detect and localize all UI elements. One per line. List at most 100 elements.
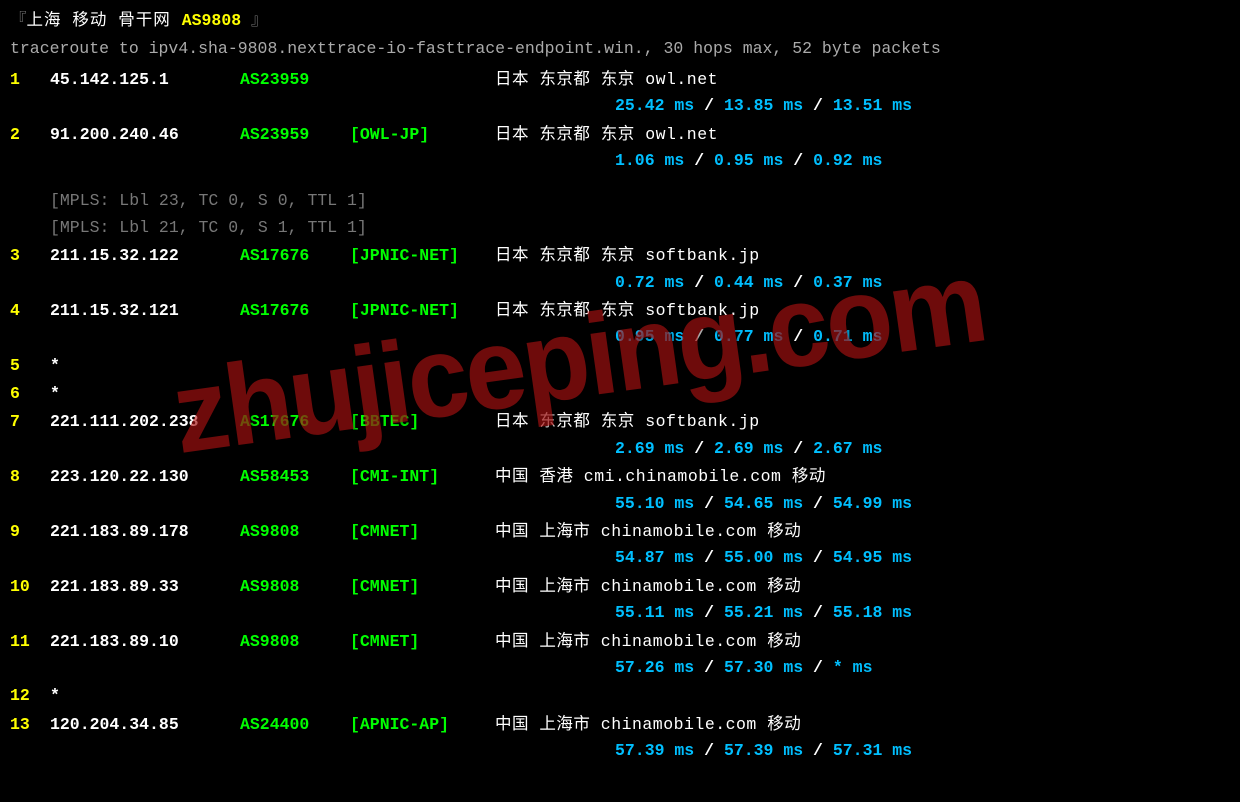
hop-ip: 221.183.89.10 [50,629,240,655]
traceroute-command: traceroute to ipv4.sha-9808.nexttrace-io… [10,36,1230,62]
rtt-separator: / [803,548,833,567]
rtt-value: 0.44 ms [714,273,783,292]
hop-timing: 57.39 ms / 57.39 ms / 57.31 ms [10,738,1230,764]
mpls-line: [MPLS: Lbl 23, TC 0, S 0, TTL 1] [10,188,1230,214]
title-asn: AS9808 [182,11,241,30]
hop-entry: 10221.183.89.33AS9808[CMNET]中国 上海市 china… [10,574,1230,627]
hop-netname: [JPNIC-NET] [350,243,495,269]
hop-row: 10221.183.89.33AS9808[CMNET]中国 上海市 china… [10,574,1230,600]
hop-netname: [JPNIC-NET] [350,298,495,324]
hop-netname: [CMNET] [350,574,495,600]
hop-netname: [BBTEC] [350,409,495,435]
hop-number: 2 [10,122,50,148]
rtt-value: 25.42 ms [615,96,694,115]
title-location: 上海 移动 骨干网 [27,11,182,30]
rtt-value: 13.85 ms [724,96,803,115]
hop-row: 11221.183.89.10AS9808[CMNET]中国 上海市 china… [10,629,1230,655]
rtt-value: 55.11 ms [615,603,694,622]
hop-number: 11 [10,629,50,655]
hop-geo: 日本 东京都 东京 softbank.jp [495,409,760,435]
hop-geo: 日本 东京都 东京 owl.net [495,122,718,148]
hop-asn: AS9808 [240,574,350,600]
hop-geo: 中国 上海市 chinamobile.com 移动 [495,574,801,600]
rtt-separator: / [694,548,724,567]
rtt-value: 0.95 ms [615,327,684,346]
rtt-value: 1.06 ms [615,151,684,170]
rtt-separator: / [684,273,714,292]
hop-row: 4211.15.32.121AS17676[JPNIC-NET]日本 东京都 东… [10,298,1230,324]
rtt-separator: / [694,96,724,115]
rtt-value: 2.69 ms [714,439,783,458]
hop-ip: * [50,683,240,709]
rtt-value: 0.71 ms [813,327,882,346]
hop-timing: 54.87 ms / 55.00 ms / 54.95 ms [10,545,1230,571]
bracket-open: 『 [10,11,27,30]
hop-entry: 4211.15.32.121AS17676[JPNIC-NET]日本 东京都 东… [10,298,1230,351]
hop-number: 10 [10,574,50,600]
hop-netname: [CMI-INT] [350,464,495,490]
rtt-separator: / [783,273,813,292]
rtt-separator: / [803,96,833,115]
hop-number: 1 [10,67,50,93]
hop-number: 12 [10,683,50,709]
hop-row: 9221.183.89.178AS9808[CMNET]中国 上海市 china… [10,519,1230,545]
hop-row: 8223.120.22.130AS58453[CMI-INT]中国 香港 cmi… [10,464,1230,490]
hops-list: 145.142.125.1AS23959日本 东京都 东京 owl.net25.… [10,67,1230,765]
hop-ip: 211.15.32.121 [50,298,240,324]
rtt-value: 0.92 ms [813,151,882,170]
hop-ip: 221.183.89.33 [50,574,240,600]
hop-asn: AS23959 [240,122,350,148]
rtt-value: 57.39 ms [615,741,694,760]
hop-row: 12* [10,683,1230,709]
rtt-value: 0.77 ms [714,327,783,346]
hop-entry: 8223.120.22.130AS58453[CMI-INT]中国 香港 cmi… [10,464,1230,517]
hop-row: 5* [10,353,1230,379]
rtt-value: 57.30 ms [724,658,803,677]
hop-entry: 6* [10,381,1230,407]
hop-entry: 11221.183.89.10AS9808[CMNET]中国 上海市 china… [10,629,1230,682]
rtt-value: 55.21 ms [724,603,803,622]
hop-entry: 291.200.240.46AS23959[OWL-JP]日本 东京都 东京 o… [10,122,1230,242]
hop-ip: 45.142.125.1 [50,67,240,93]
hop-timing: 0.95 ms / 0.77 ms / 0.71 ms [10,324,1230,350]
rtt-separator: / [694,658,724,677]
hop-geo: 日本 东京都 东京 softbank.jp [495,243,760,269]
rtt-separator: / [803,658,833,677]
hop-ip: 91.200.240.46 [50,122,240,148]
rtt-value: 0.72 ms [615,273,684,292]
hop-entry: 5* [10,353,1230,379]
hop-netname: [CMNET] [350,629,495,655]
hop-row: 7221.111.202.238AS17676[BBTEC]日本 东京都 东京 … [10,409,1230,435]
rtt-separator: / [694,741,724,760]
rtt-value: 54.87 ms [615,548,694,567]
hop-entry: 9221.183.89.178AS9808[CMNET]中国 上海市 china… [10,519,1230,572]
hop-entry: 7221.111.202.238AS17676[BBTEC]日本 东京都 东京 … [10,409,1230,462]
hop-asn: AS9808 [240,629,350,655]
hop-geo: 日本 东京都 东京 owl.net [495,67,718,93]
rtt-value: 55.18 ms [833,603,912,622]
hop-ip: 221.111.202.238 [50,409,240,435]
traceroute-title: 『上海 移动 骨干网 AS9808 』 [10,8,1230,34]
hop-asn: AS23959 [240,67,350,93]
hop-ip: 211.15.32.122 [50,243,240,269]
rtt-value: * ms [833,658,873,677]
hop-number: 3 [10,243,50,269]
bracket-close: 』 [241,11,267,30]
hop-timing: 55.10 ms / 54.65 ms / 54.99 ms [10,491,1230,517]
hop-ip: * [50,381,240,407]
rtt-value: 2.69 ms [615,439,684,458]
hop-netname: [APNIC-AP] [350,712,495,738]
hop-entry: 12* [10,683,1230,709]
hop-asn: AS9808 [240,519,350,545]
rtt-separator: / [694,494,724,513]
rtt-value: 55.10 ms [615,494,694,513]
rtt-separator: / [694,603,724,622]
hop-geo: 中国 上海市 chinamobile.com 移动 [495,629,801,655]
hop-number: 6 [10,381,50,407]
rtt-value: 57.26 ms [615,658,694,677]
hop-ip: 120.204.34.85 [50,712,240,738]
hop-row: 3211.15.32.122AS17676[JPNIC-NET]日本 东京都 东… [10,243,1230,269]
rtt-value: 2.67 ms [813,439,882,458]
hop-timing: 57.26 ms / 57.30 ms / * ms [10,655,1230,681]
hop-geo: 中国 上海市 chinamobile.com 移动 [495,519,801,545]
